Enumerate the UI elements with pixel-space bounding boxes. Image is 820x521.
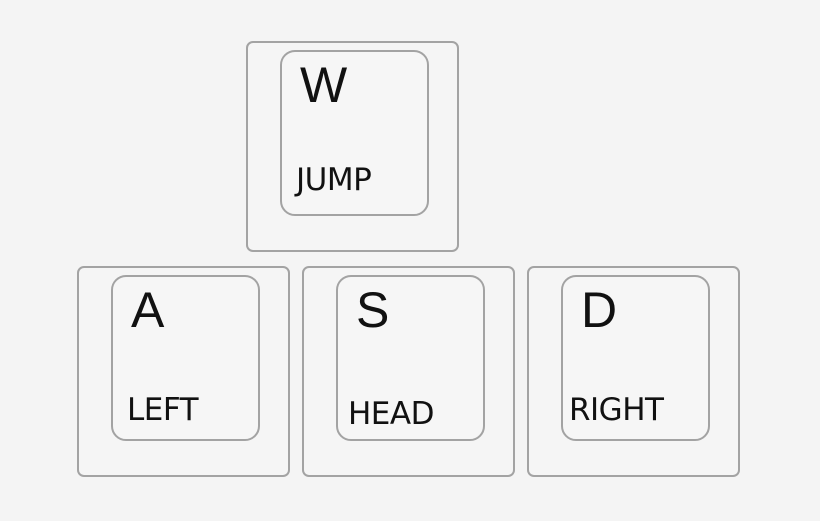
key-letter-d: D [581,282,618,338]
key-letter-w: W [300,57,348,113]
key-a: A LEFT [77,266,290,477]
key-action-jump: JUMP [296,162,372,198]
keycap-a: A LEFT [111,275,260,441]
wasd-keyboard-diagram: W JUMP A LEFT S HEAD D RIGHT [0,0,820,521]
key-action-right: RIGHT [569,392,664,428]
keycap-s: S HEAD [336,275,485,441]
keycap-w: W JUMP [280,50,429,216]
key-letter-s: S [356,282,390,338]
key-w: W JUMP [246,41,459,252]
key-s: S HEAD [302,266,515,477]
key-action-head: HEAD [348,396,434,432]
key-d: D RIGHT [527,266,740,477]
key-letter-a: A [131,282,165,338]
key-action-left: LEFT [127,392,199,428]
keycap-d: D RIGHT [561,275,710,441]
